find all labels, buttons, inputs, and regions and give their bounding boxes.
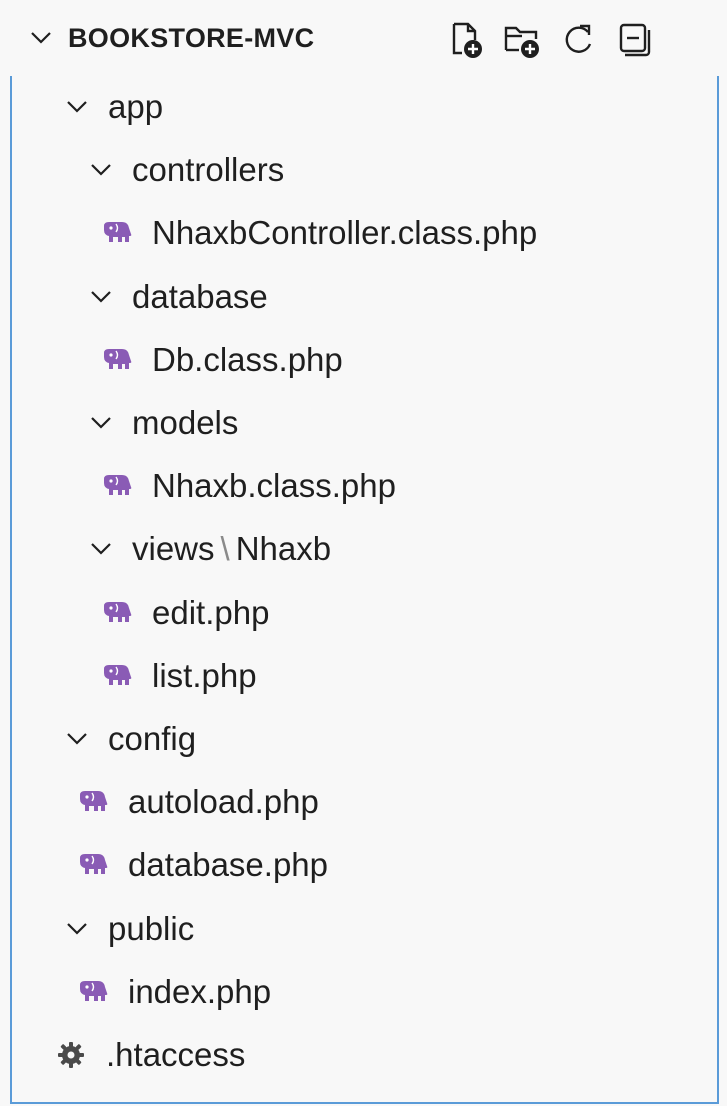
tree-file[interactable]: index.php — [12, 961, 717, 1023]
chevron-down-icon[interactable] — [26, 23, 56, 53]
tree-item-label: database.php — [128, 846, 329, 884]
php-elephant-icon — [76, 975, 110, 1009]
tree-item-label: models — [132, 404, 239, 441]
tree-item-label: public — [108, 909, 195, 947]
chevron-down-icon[interactable] — [60, 912, 94, 946]
tree-folder-app[interactable]: app — [12, 76, 717, 138]
tree-folder-controllers[interactable]: controllers — [12, 139, 717, 201]
tree-item-label: database — [132, 277, 268, 315]
php-elephant-icon — [100, 469, 134, 503]
tree-item-label: views — [132, 530, 215, 568]
tree-folder-database[interactable]: database — [12, 266, 717, 328]
file-tree: app controllers NhaxbController.class.php d… — [10, 76, 719, 1104]
explorer-actions — [446, 20, 654, 60]
chevron-down-icon[interactable] — [60, 90, 94, 124]
refresh-icon — [565, 24, 592, 53]
tree-item-label: index.php — [128, 972, 272, 1010]
php-elephant-icon — [100, 343, 134, 377]
tree-file[interactable]: Db.class.php — [12, 329, 717, 391]
tree-item-label: NhaxbController.class.php — [152, 214, 538, 252]
collapse-all-icon — [619, 23, 651, 57]
tree-folder-views[interactable]: views \ Nhaxb — [12, 518, 717, 580]
file-explorer: BOOKSTORE-MVC app controllers NhaxbContr… — [0, 0, 727, 1106]
gear-icon — [54, 1038, 88, 1072]
new-file-icon — [452, 22, 482, 58]
tree-file[interactable]: Nhaxb.class.php — [12, 455, 717, 517]
refresh-button[interactable] — [558, 20, 598, 60]
tree-file[interactable]: edit.php — [12, 582, 717, 644]
tree-item-label: Db.class.php — [152, 340, 343, 378]
explorer-title: BOOKSTORE-MVC — [68, 22, 315, 53]
tree-file[interactable]: NhaxbController.class.php — [12, 202, 717, 264]
php-elephant-icon — [100, 659, 134, 693]
tree-item-label: config — [108, 720, 197, 757]
tree-item-label: app — [108, 88, 164, 125]
tree-folder-config[interactable]: config — [12, 708, 717, 770]
tree-item-sublabel: Nhaxb — [235, 530, 332, 568]
chevron-down-icon[interactable] — [60, 722, 94, 756]
new-file-button[interactable] — [446, 20, 486, 60]
tree-item-label: Nhaxb.class.php — [152, 467, 396, 505]
chevron-down-icon[interactable] — [84, 532, 118, 566]
tree-item-label: list.php — [152, 656, 257, 694]
php-elephant-icon — [76, 785, 110, 819]
new-folder-button[interactable] — [502, 20, 542, 60]
tree-file[interactable]: list.php — [12, 645, 717, 707]
new-folder-icon — [504, 26, 539, 58]
php-elephant-icon — [100, 216, 134, 250]
tree-folder-models[interactable]: models — [12, 392, 717, 454]
chevron-down-icon[interactable] — [84, 406, 118, 440]
tree-item-label: autoload.php — [128, 783, 319, 821]
tree-item-label: .htaccess — [106, 1036, 246, 1073]
collapse-all-button[interactable] — [614, 20, 654, 60]
tree-item-label: controllers — [132, 151, 285, 189]
tree-file[interactable]: .htaccess — [12, 1024, 717, 1086]
php-elephant-icon — [76, 848, 110, 882]
tree-file[interactable]: database.php — [12, 834, 717, 896]
php-elephant-icon — [100, 596, 134, 630]
tree-file[interactable]: autoload.php — [12, 771, 717, 833]
tree-item-label: edit.php — [152, 593, 270, 631]
tree-folder-public[interactable]: public — [12, 898, 717, 960]
chevron-down-icon[interactable] — [84, 153, 118, 187]
path-separator: \ — [220, 530, 230, 568]
chevron-down-icon[interactable] — [84, 280, 118, 314]
